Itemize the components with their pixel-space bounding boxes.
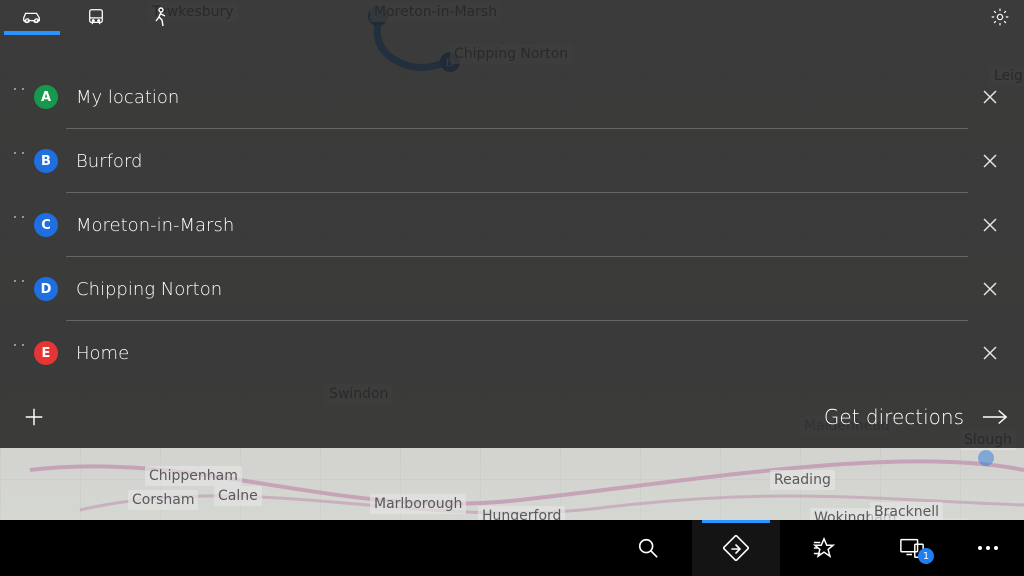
- waypoint-row[interactable]: E Home: [0, 321, 1024, 385]
- close-icon: [982, 89, 998, 105]
- remove-waypoint-button[interactable]: [970, 141, 1010, 181]
- waypoint-label: Burford: [76, 151, 970, 172]
- map-town-label: Reading: [770, 470, 835, 490]
- nav-local-badge: 1: [918, 548, 934, 564]
- search-icon: [637, 537, 659, 559]
- map-town-label: Chippenham: [145, 466, 242, 486]
- waypoint-row[interactable]: A My location: [0, 65, 1024, 129]
- waypoint-row[interactable]: B Burford: [0, 129, 1024, 193]
- mode-driving-button[interactable]: [0, 0, 64, 33]
- bottom-app-bar: 1: [0, 520, 1024, 576]
- favorites-icon: [812, 537, 836, 559]
- add-destination-button[interactable]: [16, 399, 52, 435]
- nav-more-button[interactable]: [956, 520, 1020, 576]
- close-icon: [982, 217, 998, 233]
- remove-waypoint-button[interactable]: [970, 269, 1010, 309]
- waypoint-label: Home: [76, 343, 970, 364]
- waypoint-marker: E: [34, 341, 58, 365]
- map-town-label: Calne: [214, 486, 262, 506]
- remove-waypoint-button[interactable]: [970, 205, 1010, 245]
- mode-transit-button[interactable]: [64, 0, 128, 33]
- plus-icon: [23, 406, 45, 428]
- get-directions-label: Get directions: [824, 405, 964, 429]
- nav-favorites-button[interactable]: [780, 520, 868, 576]
- drag-handle-icon[interactable]: [14, 216, 24, 234]
- close-icon: [982, 281, 998, 297]
- waypoint-marker: A: [34, 85, 58, 109]
- waypoint-row[interactable]: C Moreton-in-Marsh: [0, 193, 1024, 257]
- bus-icon: [87, 8, 105, 26]
- directions-icon: [723, 535, 749, 561]
- nav-directions-button[interactable]: [692, 520, 780, 576]
- waypoint-marker: C: [34, 213, 58, 237]
- walk-icon: [152, 7, 168, 27]
- drag-handle-icon[interactable]: [14, 280, 24, 298]
- close-icon: [982, 153, 998, 169]
- waypoint-label: Moreton-in-Marsh: [76, 215, 970, 236]
- drag-handle-icon[interactable]: [14, 344, 24, 362]
- nav-search-button[interactable]: [604, 520, 692, 576]
- car-icon: [21, 9, 43, 25]
- waypoint-label: Chipping Norton: [76, 279, 970, 300]
- directions-actions: Get directions: [0, 385, 1024, 449]
- drag-handle-icon[interactable]: [14, 152, 24, 170]
- gear-icon: [990, 7, 1010, 27]
- route-options-button[interactable]: [976, 7, 1024, 27]
- map-town-label: Corsham: [128, 490, 198, 510]
- ellipsis-icon: [977, 545, 999, 551]
- remove-waypoint-button[interactable]: [970, 77, 1010, 117]
- nav-local-button[interactable]: 1: [868, 520, 956, 576]
- waypoint-row[interactable]: D Chipping Norton: [0, 257, 1024, 321]
- map-town-label: Marlborough: [370, 494, 466, 514]
- arrow-right-icon: [982, 408, 1008, 426]
- mode-walking-button[interactable]: [128, 0, 192, 33]
- waypoint-label: My location: [76, 87, 970, 108]
- drag-handle-icon[interactable]: [14, 88, 24, 106]
- remove-waypoint-button[interactable]: [970, 333, 1010, 373]
- waypoint-marker: D: [34, 277, 58, 301]
- close-icon: [982, 345, 998, 361]
- travel-mode-toolbar: [0, 0, 1024, 33]
- get-directions-button[interactable]: Get directions: [824, 405, 1008, 429]
- waypoints-list: A My location B Burford: [0, 33, 1024, 385]
- waypoint-marker: B: [34, 149, 58, 173]
